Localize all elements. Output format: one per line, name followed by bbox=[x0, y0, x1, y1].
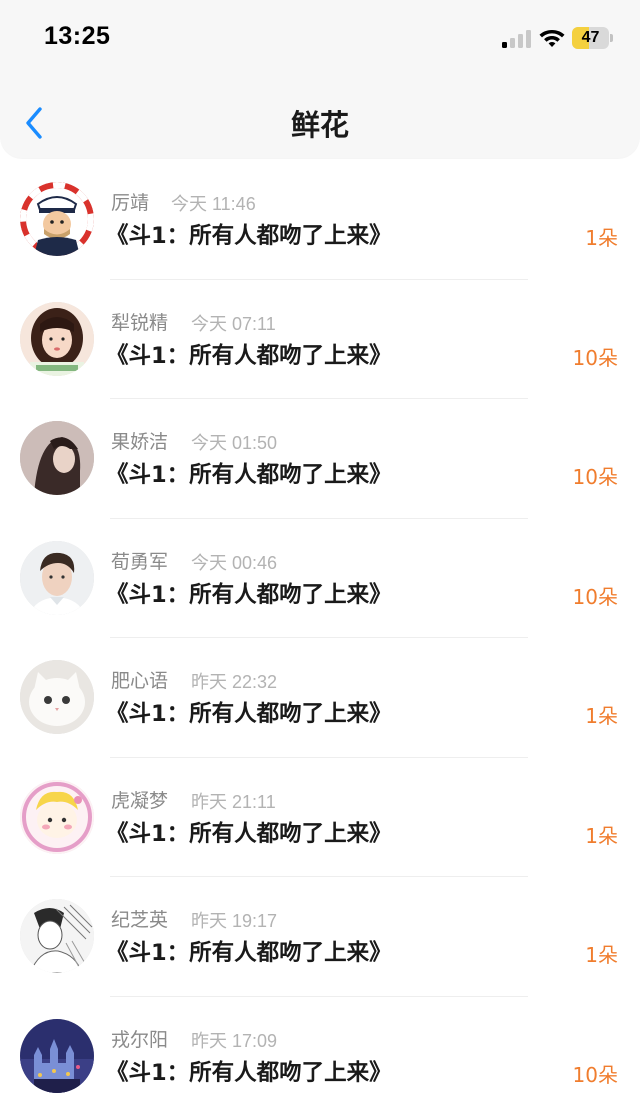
send-time: 今天 11:46 bbox=[171, 190, 256, 216]
list-item[interactable]: 荀勇军 今天 00:46 《斗1：所有人都吻了上来》 10朵 bbox=[0, 519, 640, 639]
manga-sketch-avatar bbox=[20, 899, 94, 973]
cellular-signal-icon bbox=[502, 30, 532, 48]
sender-name: 虎凝梦 bbox=[111, 786, 168, 813]
battery-level: 47 bbox=[572, 27, 609, 49]
send-time: 昨天 17:09 bbox=[191, 1027, 277, 1053]
book-title: 《斗1：所有人都吻了上来》 bbox=[106, 338, 392, 370]
sender-name: 戎尔阳 bbox=[111, 1025, 168, 1052]
status-time: 13:25 bbox=[44, 22, 110, 51]
page-title: 鲜花 bbox=[0, 102, 640, 144]
flower-count: 10朵 bbox=[573, 461, 618, 490]
white-cat-avatar bbox=[20, 660, 94, 734]
book-title: 《斗1：所有人都吻了上来》 bbox=[106, 935, 392, 967]
sender-name: 厉靖 bbox=[111, 188, 149, 215]
header: 13:25 47 鲜花 bbox=[0, 0, 640, 158]
battery-indicator: 47 bbox=[572, 27, 614, 49]
cartoon-captain-avatar bbox=[20, 182, 94, 256]
girl-avatar bbox=[20, 302, 94, 376]
battery-tip bbox=[610, 34, 613, 42]
book-title: 《斗1：所有人都吻了上来》 bbox=[106, 577, 392, 609]
avatar[interactable] bbox=[20, 302, 94, 376]
book-title: 《斗1：所有人都吻了上来》 bbox=[106, 1055, 392, 1087]
send-time: 今天 01:50 bbox=[191, 429, 277, 455]
flower-count: 1朵 bbox=[585, 222, 618, 251]
list-item[interactable]: 厉靖 今天 11:46 《斗1：所有人都吻了上来》 1朵 bbox=[0, 160, 640, 280]
flower-gift-list: 厉靖 今天 11:46 《斗1：所有人都吻了上来》 1朵 犁锐精 今天 07:1… bbox=[0, 160, 640, 1116]
avatar[interactable] bbox=[20, 660, 94, 734]
book-title: 《斗1：所有人都吻了上来》 bbox=[106, 696, 392, 728]
flower-count: 1朵 bbox=[585, 820, 618, 849]
list-item[interactable]: 果娇洁 今天 01:50 《斗1：所有人都吻了上来》 10朵 bbox=[0, 399, 640, 519]
flower-count: 10朵 bbox=[573, 342, 618, 371]
list-item[interactable]: 虎凝梦 昨天 21:11 《斗1：所有人都吻了上来》 1朵 bbox=[0, 758, 640, 878]
girl-profile-avatar bbox=[20, 421, 94, 495]
book-title: 《斗1：所有人都吻了上来》 bbox=[106, 816, 392, 848]
boy-avatar bbox=[20, 541, 94, 615]
sender-name: 荀勇军 bbox=[111, 547, 168, 574]
battery-body: 47 bbox=[572, 27, 609, 49]
send-time: 昨天 22:32 bbox=[191, 668, 277, 694]
avatar[interactable] bbox=[20, 541, 94, 615]
flower-count: 10朵 bbox=[573, 1059, 618, 1088]
avatar[interactable] bbox=[20, 780, 94, 854]
book-title: 《斗1：所有人都吻了上来》 bbox=[106, 457, 392, 489]
list-item[interactable]: 肥心语 昨天 22:32 《斗1：所有人都吻了上来》 1朵 bbox=[0, 638, 640, 758]
cartoon-pink-avatar bbox=[20, 780, 94, 854]
avatar[interactable] bbox=[20, 421, 94, 495]
flower-count: 1朵 bbox=[585, 700, 618, 729]
castle-night-avatar bbox=[20, 1019, 94, 1093]
avatar[interactable] bbox=[20, 182, 94, 256]
send-time: 今天 00:46 bbox=[191, 549, 277, 575]
flower-count: 10朵 bbox=[573, 581, 618, 610]
sender-name: 纪芝英 bbox=[111, 905, 168, 932]
book-title: 《斗1：所有人都吻了上来》 bbox=[106, 218, 392, 250]
flower-count: 1朵 bbox=[585, 939, 618, 968]
sender-name: 果娇洁 bbox=[111, 427, 168, 454]
avatar[interactable] bbox=[20, 1019, 94, 1093]
list-item[interactable]: 戎尔阳 昨天 17:09 《斗1：所有人都吻了上来》 10朵 bbox=[0, 997, 640, 1116]
wifi-icon bbox=[539, 26, 565, 48]
send-time: 昨天 19:17 bbox=[191, 907, 277, 933]
send-time: 今天 07:11 bbox=[191, 310, 276, 336]
list-item[interactable]: 纪芝英 昨天 19:17 《斗1：所有人都吻了上来》 1朵 bbox=[0, 877, 640, 997]
send-time: 昨天 21:11 bbox=[191, 788, 276, 814]
avatar[interactable] bbox=[20, 899, 94, 973]
sender-name: 犁锐精 bbox=[111, 308, 168, 335]
sender-name: 肥心语 bbox=[111, 666, 168, 693]
list-item[interactable]: 犁锐精 今天 07:11 《斗1：所有人都吻了上来》 10朵 bbox=[0, 280, 640, 400]
